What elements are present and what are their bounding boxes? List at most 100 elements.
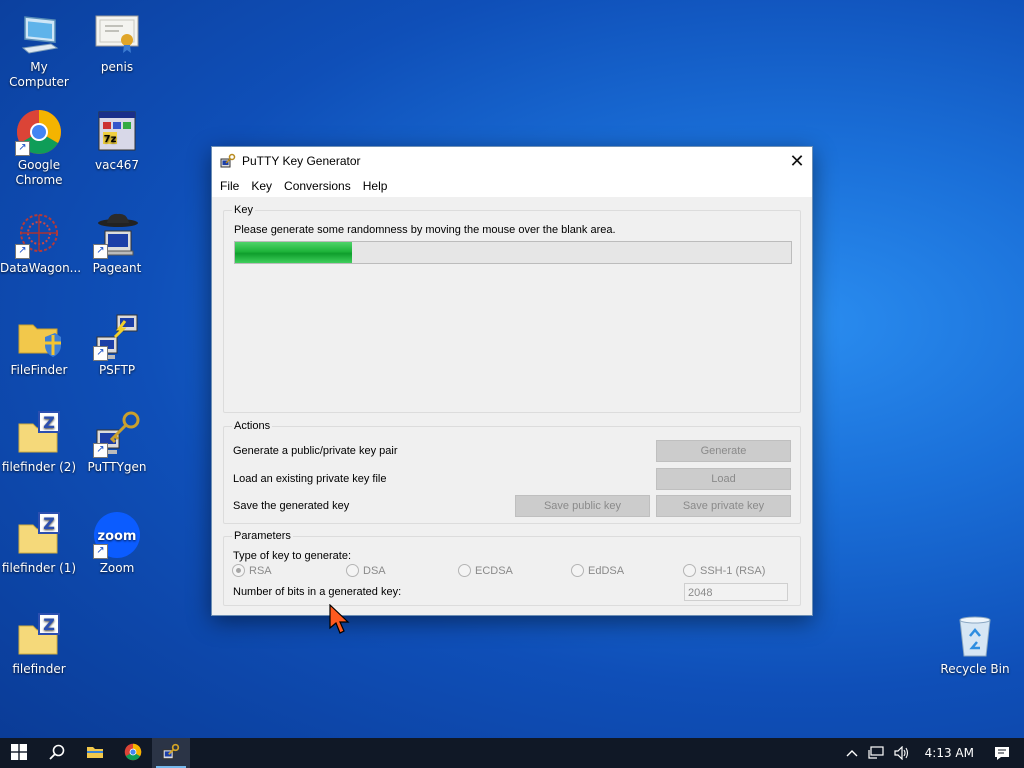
- close-icon[interactable]: ✕: [782, 147, 812, 175]
- taskbar-search[interactable]: [38, 738, 76, 768]
- folder-shield-icon: [15, 313, 63, 361]
- taskbar: 4:13 AM: [0, 738, 1024, 768]
- desktop-icon-filefinder-app[interactable]: FileFinder: [0, 313, 78, 378]
- puttygen-key-icon: ↗: [93, 410, 141, 458]
- recycle-bin-icon: [951, 612, 999, 660]
- taskbar-file-explorer[interactable]: [76, 738, 114, 768]
- chrome-icon: ↗: [15, 108, 63, 156]
- desktop-icon-filefinder[interactable]: Z filefinder: [0, 612, 78, 677]
- desktop-icon-my-computer[interactable]: My Computer: [0, 10, 78, 90]
- zip-folder-icon: Z: [15, 511, 63, 559]
- desktop-icon-psftp[interactable]: ↗ PSFTP: [78, 313, 156, 378]
- desktop-icon-filefinder-1[interactable]: Z filefinder (1): [0, 511, 78, 576]
- zip-folder-icon: Z: [15, 410, 63, 458]
- key-group-title: Key: [232, 204, 255, 216]
- key-group[interactable]: Key Please generate some randomness by m…: [223, 204, 801, 413]
- parameters-group: Parameters Type of key to generate: RSA …: [223, 530, 801, 606]
- zip-folder-icon: Z: [15, 612, 63, 660]
- system-tray: 4:13 AM: [841, 738, 1024, 768]
- notifications-icon[interactable]: [984, 738, 1024, 768]
- shortcut-arrow-icon: ↗: [93, 443, 108, 458]
- calculator-app-icon: 7z: [93, 108, 141, 156]
- actions-group: Actions Generate a public/private key pa…: [223, 420, 801, 524]
- save-public-key-button[interactable]: Save public key: [515, 495, 650, 517]
- mouse-cursor-icon: [329, 603, 351, 636]
- randomness-instruction: Please generate some randomness by movin…: [234, 224, 616, 236]
- desktop-icon-recycle-bin[interactable]: Recycle Bin: [936, 612, 1014, 677]
- save-label: Save the generated key: [233, 500, 350, 512]
- radio-rsa[interactable]: RSA: [232, 564, 272, 577]
- certificate-icon: [93, 10, 141, 58]
- desktop-icon-label: filefinder (2): [1, 460, 77, 474]
- search-icon: [49, 744, 65, 763]
- radio-label: RSA: [249, 564, 272, 577]
- radio-ssh1-rsa[interactable]: SSH-1 (RSA): [683, 564, 765, 577]
- menu-conversions[interactable]: Conversions: [278, 179, 357, 193]
- save-private-key-button[interactable]: Save private key: [656, 495, 791, 517]
- desktop-icon-label: vac467: [95, 158, 139, 172]
- parameters-group-title: Parameters: [232, 530, 293, 542]
- bits-input[interactable]: 2048: [684, 583, 788, 601]
- desktop-icon-label: PuTTYgen: [87, 460, 147, 474]
- menu-file[interactable]: File: [214, 179, 245, 193]
- generate-label: Generate a public/private key pair: [233, 445, 398, 457]
- puttygen-key-icon: [162, 743, 180, 764]
- shortcut-arrow-icon: ↗: [15, 141, 30, 156]
- generate-button[interactable]: Generate: [656, 440, 791, 462]
- desktop-icon-label: FileFinder: [10, 363, 68, 377]
- load-label: Load an existing private key file: [233, 473, 387, 485]
- radio-ecdsa[interactable]: ECDSA: [458, 564, 513, 577]
- start-button[interactable]: [0, 738, 38, 768]
- shortcut-arrow-icon: ↗: [93, 244, 108, 259]
- desktop-icon-pageant[interactable]: ↗ Pageant: [78, 211, 156, 276]
- taskbar-puttygen[interactable]: [152, 738, 190, 768]
- radio-dsa[interactable]: DSA: [346, 564, 386, 577]
- radio-label: SSH-1 (RSA): [700, 564, 766, 577]
- svg-text:7z: 7z: [104, 134, 117, 145]
- svg-text:Z: Z: [43, 413, 55, 432]
- volume-icon[interactable]: [889, 738, 915, 768]
- actions-group-title: Actions: [232, 420, 273, 432]
- taskbar-chrome[interactable]: [114, 738, 152, 768]
- network-icon[interactable]: [863, 738, 889, 768]
- radio-selected-icon: [232, 564, 245, 577]
- clock[interactable]: 4:13 AM: [915, 738, 984, 768]
- load-button[interactable]: Load: [656, 468, 791, 490]
- menu-key[interactable]: Key: [245, 179, 278, 193]
- computer-icon: [15, 10, 63, 58]
- progress-fill: [235, 242, 352, 263]
- desktop-icon-label: PSFTP: [98, 363, 136, 377]
- randomness-progress-bar: [234, 241, 792, 264]
- network-globe-icon: ↗: [15, 211, 63, 259]
- shortcut-arrow-icon: ↗: [15, 244, 30, 259]
- desktop-icon-label: My Computer: [9, 60, 69, 89]
- desktop-icon-filefinder-2[interactable]: Z filefinder (2): [0, 410, 78, 475]
- svg-text:Z: Z: [43, 514, 55, 533]
- desktop-icon-google-chrome[interactable]: ↗ Google Chrome: [0, 108, 78, 188]
- menu-help[interactable]: Help: [357, 179, 394, 193]
- radio-label: ECDSA: [475, 564, 513, 577]
- zoom-icon: zoom ↗: [93, 511, 141, 559]
- menu-bar: File Key Conversions Help: [212, 175, 812, 197]
- chevron-up-icon[interactable]: [841, 738, 863, 768]
- zoom-icon-text: zoom: [98, 529, 137, 544]
- desktop-icon-label: Zoom: [99, 561, 135, 575]
- puttygen-window[interactable]: PuTTY Key Generator ✕ File Key Conversio…: [211, 146, 813, 616]
- desktop-icon-datawagon[interactable]: ↗ DataWagon...: [0, 211, 81, 276]
- desktop-icon-label: Google Chrome: [15, 158, 63, 187]
- window-titlebar[interactable]: PuTTY Key Generator ✕: [212, 147, 812, 175]
- shortcut-arrow-icon: ↗: [93, 544, 108, 559]
- folder-icon: [86, 744, 104, 763]
- radio-label: DSA: [363, 564, 386, 577]
- window-title: PuTTY Key Generator: [242, 154, 361, 168]
- desktop-icon-puttygen[interactable]: ↗ PuTTYgen: [78, 410, 156, 475]
- radio-eddsa[interactable]: EdDSA: [571, 564, 624, 577]
- bits-label: Number of bits in a generated key:: [233, 586, 402, 598]
- desktop-icon-zoom[interactable]: zoom ↗ Zoom: [78, 511, 156, 576]
- desktop-icon-vac467[interactable]: 7z vac467: [78, 108, 156, 173]
- desktop-icon-penis[interactable]: penis: [78, 10, 156, 75]
- shortcut-arrow-icon: ↗: [93, 346, 108, 361]
- key-type-label: Type of key to generate:: [233, 550, 352, 562]
- desktop-icon-label: Pageant: [92, 261, 142, 275]
- desktop-icon-label: Recycle Bin: [940, 662, 1010, 676]
